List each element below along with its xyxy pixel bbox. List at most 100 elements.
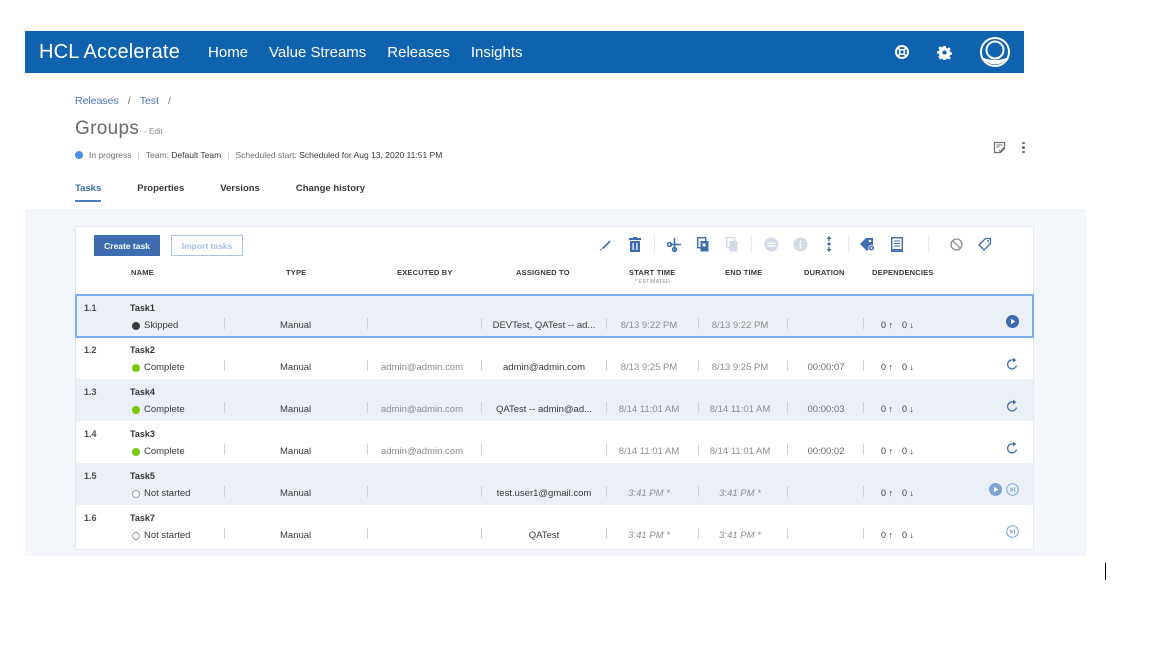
nav-releases[interactable]: Releases [387,44,450,61]
tab-properties[interactable]: Properties [137,183,184,202]
delete-icon[interactable] [625,234,645,254]
task-end-time: 3:41 PM * [719,488,761,499]
task-name[interactable]: Task7 [130,513,155,523]
tag-settings-icon[interactable] [858,234,878,254]
column-header-executed-by[interactable]: EXECUTED BY [397,268,453,277]
cut-icon[interactable] [664,234,684,254]
deps-downstream[interactable]: 0 ↓ [902,404,914,414]
column-header-assigned-to[interactable]: ASSIGNED TO [516,268,570,277]
reorder-icon[interactable] [819,234,839,254]
skip-task-icon[interactable] [1006,525,1019,538]
deps-downstream[interactable]: 0 ↓ [902,320,914,330]
user-avatar-icon[interactable] [980,37,1010,67]
task-duration: 00:00:03 [807,404,845,415]
cell-divider [787,402,788,413]
task-actions [1006,399,1019,413]
task-number: 1.5 [84,471,97,481]
nav-home[interactable]: Home [208,44,248,61]
details-icon[interactable] [887,234,907,254]
notes-icon[interactable] [993,141,1006,154]
run-task-icon[interactable] [1006,315,1019,328]
rerun-task-icon[interactable] [1006,399,1019,413]
breadcrumb: Releases / Test / [75,95,180,107]
overflow-menu-icon[interactable] [1022,141,1025,154]
breadcrumb-releases[interactable]: Releases [75,95,119,107]
app-brand[interactable]: HCL Accelerate [39,41,180,64]
rerun-task-icon[interactable] [1006,441,1019,455]
task-type: Manual [280,320,312,331]
task-start-time: 8/14 11:01 AM [618,446,680,457]
task-row[interactable]: 1.2 Task2 Complete Manual admin@admin.co… [76,337,1033,379]
deps-upstream[interactable]: 0 ↑ [881,404,893,414]
tag-icon[interactable] [975,234,995,254]
task-type: Manual [280,530,312,541]
task-dependencies: 0 ↑ 0 ↓ [881,488,923,498]
skip-task-icon[interactable] [1006,483,1019,496]
task-name[interactable]: Task2 [130,345,155,355]
deps-downstream[interactable]: 0 ↓ [902,488,914,498]
import-tasks-button[interactable]: Import tasks [171,235,243,256]
column-header-type[interactable]: TYPE [286,268,306,277]
deps-upstream[interactable]: 0 ↑ [881,488,893,498]
column-header-name[interactable]: NAME [131,268,154,277]
scheduled-value: Scheduled for Aug 13, 2020 11:51 PM [299,150,443,160]
task-name[interactable]: Task4 [130,387,155,397]
task-status: Complete [132,404,185,415]
main-nav: Home Value Streams Releases Insights [208,44,544,61]
cell-divider [367,402,368,413]
task-row[interactable]: 1.6 Task7 Not started Manual QATest 3:41… [76,505,1033,547]
settings-icon[interactable] [937,45,952,60]
paste-icon[interactable] [722,234,742,254]
task-name[interactable]: Task1 [130,303,155,313]
column-header-start-time[interactable]: START TIME [629,268,675,277]
deps-upstream[interactable]: 0 ↑ [881,320,893,330]
tab-versions[interactable]: Versions [220,183,260,202]
edit-link[interactable]: - Edit [144,127,163,136]
cell-divider [606,360,607,371]
deps-downstream[interactable]: 0 ↓ [902,362,914,372]
deps-upstream[interactable]: 0 ↑ [881,446,893,456]
cell-divider [787,318,788,329]
task-assigned-to: QATest [528,530,560,541]
task-dependencies: 0 ↑ 0 ↓ [881,446,923,456]
status-text: In progress [89,150,132,160]
cell-divider [606,402,607,413]
more-icon[interactable] [790,234,810,254]
nav-insights[interactable]: Insights [471,44,523,61]
disable-icon[interactable] [946,234,966,254]
deps-downstream[interactable]: 0 ↓ [902,530,914,540]
task-row[interactable]: 1.3 Task4 Complete Manual admin@admin.co… [76,379,1033,421]
copy-icon[interactable] [693,234,713,254]
column-header-duration[interactable]: DURATION [804,268,845,277]
task-row[interactable]: 1.4 Task3 Complete Manual admin@admin.co… [76,421,1033,463]
breadcrumb-test[interactable]: Test [140,95,159,107]
column-header-dependencies[interactable]: DEPENDENCIES [872,268,934,277]
cell-divider [698,360,699,371]
column-header-end-time[interactable]: END TIME [725,268,762,277]
group-icon[interactable] [761,234,781,254]
status-dot-icon [132,447,140,456]
task-name[interactable]: Task5 [130,471,155,481]
task-row[interactable]: 1.1 Task1 Skipped Manual DEVTest, QATest… [75,294,1034,338]
nav-value-streams[interactable]: Value Streams [269,44,366,61]
task-row[interactable]: 1.5 Task5 Not started Manual test.user1@… [76,463,1033,505]
deps-downstream[interactable]: 0 ↓ [902,446,914,456]
cell-divider [606,318,607,329]
rerun-task-icon[interactable] [1006,357,1019,371]
deps-upstream[interactable]: 0 ↑ [881,362,893,372]
create-task-button[interactable]: Create task [94,235,160,256]
help-icon[interactable] [895,45,909,59]
run-task-icon[interactable] [989,483,1002,496]
task-number: 1.2 [84,345,97,355]
tab-tasks[interactable]: Tasks [75,183,102,202]
edit-icon[interactable] [596,234,616,254]
task-actions [1006,525,1019,538]
deps-upstream[interactable]: 0 ↑ [881,530,893,540]
tab-change-history[interactable]: Change history [296,183,365,202]
task-name[interactable]: Task3 [130,429,155,439]
task-status-text: Complete [144,446,185,457]
task-status: Complete [132,446,185,457]
task-type: Manual [280,404,312,415]
cell-divider [224,402,225,413]
task-type: Manual [280,446,312,457]
